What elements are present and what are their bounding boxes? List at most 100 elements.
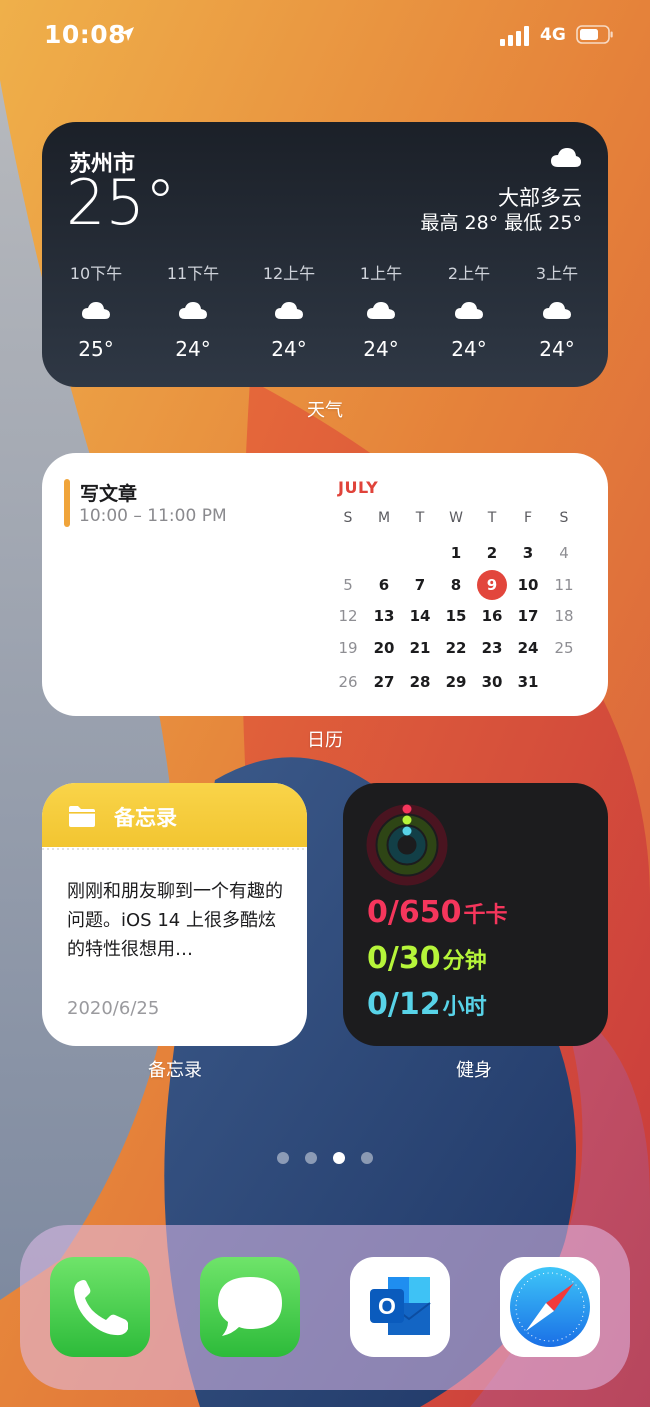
- stand-stat: 0/12小时: [367, 987, 487, 1022]
- fitness-caption: 健身: [456, 1060, 492, 1081]
- dock: O: [20, 1225, 630, 1390]
- calendar-day: 1: [450, 544, 462, 562]
- calendar-day-today: 9: [486, 576, 498, 594]
- calendar-day: 7: [414, 576, 426, 594]
- weather-current-temp: 25°: [66, 166, 176, 239]
- phone-icon: [50, 1257, 150, 1357]
- hour-temp: 24°: [363, 337, 399, 361]
- status-bar: 10:08 4G: [0, 0, 650, 70]
- hourly-item: 10下午 25°: [56, 260, 136, 361]
- cellular-signal-icon: [500, 26, 529, 46]
- cloud-icon: [367, 302, 395, 319]
- hour-label: 10下午: [69, 264, 123, 283]
- outlook-app-icon[interactable]: O: [350, 1257, 450, 1357]
- calendar-day: 12: [338, 607, 358, 625]
- location-arrow-icon: [120, 27, 134, 41]
- page-dot[interactable]: [361, 1152, 373, 1164]
- messages-icon: [200, 1257, 300, 1357]
- calendar-day: 24: [517, 639, 539, 657]
- calendar-day: 19: [338, 639, 358, 657]
- calendar-day: 14: [409, 607, 431, 625]
- weather-widget[interactable]: 苏州市 25° 大部多云 最高 28° 最低 25° 10下午 25° 11下午…: [42, 122, 608, 387]
- calendar-day: 5: [343, 576, 353, 594]
- outlook-icon: O: [350, 1257, 450, 1357]
- calendar-day: 22: [445, 639, 467, 657]
- cloud-icon: [543, 302, 571, 319]
- hour-temp: 24°: [271, 337, 307, 361]
- exercise-unit: 分钟: [442, 949, 487, 974]
- network-type: 4G: [540, 25, 566, 45]
- calendar-day: 2: [486, 544, 498, 562]
- calendar-day: 15: [445, 607, 467, 625]
- hourly-item: 11下午 24°: [153, 260, 233, 361]
- calendar-grid: S M T W T F S 1 2 3 4 5 6 7 8 9 10 11 12 13 14 15 16 17 18 19 20 21…: [42, 453, 608, 716]
- cloud-icon: [82, 302, 110, 319]
- notes-header: 备忘录: [42, 783, 307, 847]
- stand-unit: 小时: [442, 995, 487, 1020]
- calendar-day: 26: [338, 673, 358, 691]
- hourly-item: 3上午 24°: [517, 260, 597, 361]
- calendar-widget[interactable]: 写文章 10:00 – 11:00 PM JULY SMTWTFS1234567…: [42, 453, 608, 716]
- calendar-day: 31: [517, 673, 539, 691]
- calendar-day: 25: [554, 639, 574, 657]
- safari-app-icon[interactable]: [500, 1257, 600, 1357]
- folder-icon: [69, 806, 95, 827]
- calendar-day: 20: [373, 639, 395, 657]
- weekday-label: T: [487, 510, 497, 526]
- hourly-item: 2上午 24°: [429, 260, 509, 361]
- hour-label: 12上午: [262, 264, 316, 283]
- weekday-label: S: [559, 510, 569, 526]
- hourly-item: 12上午 24°: [249, 260, 329, 361]
- weather-hourly-forecast: 10下午 25° 11下午 24° 12上午 24° 1上午 24° 2上午 2…: [42, 260, 608, 370]
- svg-text:O: O: [378, 1293, 396, 1319]
- calendar-day: 29: [445, 673, 467, 691]
- notes-perforation: [42, 848, 307, 850]
- weather-high-low: 最高 28° 最低 25°: [420, 212, 582, 234]
- calendar-day: 27: [373, 673, 395, 691]
- move-value: 0/650: [367, 895, 462, 930]
- notes-widget[interactable]: 备忘录 刚刚和朋友聊到一个有趣的问题。iOS 14 上很多酷炫的特性很想用… 2…: [42, 783, 307, 1046]
- calendar-day: 17: [517, 607, 539, 625]
- exercise-stat: 0/30分钟: [367, 941, 487, 976]
- weather-caption: 天气: [307, 400, 343, 421]
- calendar-day: 10: [517, 576, 539, 594]
- calendar-day: 23: [481, 639, 503, 657]
- cloud-icon: [455, 302, 483, 319]
- page-dot-active[interactable]: [333, 1152, 345, 1164]
- phone-app-icon[interactable]: [50, 1257, 150, 1357]
- calendar-day: 6: [378, 576, 390, 594]
- hour-label: 3上午: [535, 264, 579, 283]
- page-indicator[interactable]: [0, 1152, 650, 1172]
- notes-title: 备忘录: [114, 806, 177, 830]
- calendar-day: 28: [409, 673, 431, 691]
- weekday-label: W: [449, 510, 463, 526]
- stand-value: 0/12: [367, 987, 441, 1022]
- hour-label: 11下午: [166, 264, 220, 283]
- hour-label: 2上午: [447, 264, 491, 283]
- page-dot[interactable]: [305, 1152, 317, 1164]
- hour-temp: 24°: [175, 337, 211, 361]
- hour-temp: 24°: [539, 337, 575, 361]
- calendar-day: 18: [554, 607, 574, 625]
- exercise-value: 0/30: [367, 941, 441, 976]
- cloud-icon: [551, 148, 581, 167]
- page-dot[interactable]: [277, 1152, 289, 1164]
- battery-icon: [576, 25, 613, 44]
- calendar-day: 4: [559, 544, 569, 562]
- weekday-label: M: [377, 510, 391, 526]
- status-time: 10:08: [44, 20, 127, 49]
- messages-app-icon[interactable]: [200, 1257, 300, 1357]
- calendar-day: 11: [554, 576, 574, 594]
- calendar-day: 13: [373, 607, 395, 625]
- calendar-caption: 日历: [307, 730, 343, 751]
- notes-body: 刚刚和朋友聊到一个有趣的问题。iOS 14 上很多酷炫的特性很想用…: [67, 881, 283, 960]
- hour-label: 1上午: [359, 264, 403, 283]
- safari-icon: [500, 1257, 600, 1357]
- calendar-day: 16: [481, 607, 503, 625]
- weekday-label: S: [343, 510, 353, 526]
- hourly-item: 1上午 24°: [341, 260, 421, 361]
- hour-temp: 24°: [451, 337, 487, 361]
- calendar-day: 30: [481, 673, 503, 691]
- fitness-widget[interactable]: 0/650千卡 0/30分钟 0/12小时: [343, 783, 608, 1046]
- weekday-label: T: [415, 510, 425, 526]
